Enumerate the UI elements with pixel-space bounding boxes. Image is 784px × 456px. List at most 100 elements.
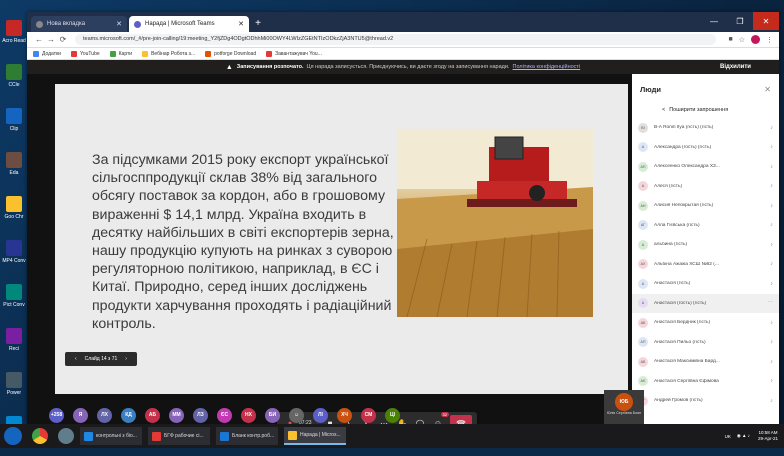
participant-avatar[interactable]: ☺ [289,407,304,423]
desktop-icon[interactable]: Goo Chr [0,192,28,236]
participant-avatar[interactable]: НХ [241,407,256,423]
participant-avatar[interactable]: Я [73,407,88,423]
desktop-icon[interactable]: CCle [0,60,28,104]
desktop-icon[interactable]: Eda [0,148,28,192]
mic-muted-icon[interactable]: ♪ [770,164,773,170]
mic-muted-icon[interactable]: ♪ [770,320,773,326]
browser-icon[interactable] [58,428,74,444]
star-icon[interactable]: ☆ [739,36,745,44]
menu-icon[interactable]: ⋮ [766,36,773,44]
participant-list: BI B-A Ronin Ilya (гість) (гість) ♪ A Алекса… [632,118,779,411]
dismiss-button[interactable]: Відхилити [720,64,751,70]
more-participants-avatar[interactable]: +258 [49,407,64,423]
participant-avatar[interactable]: БИ [265,407,280,423]
minimize-icon[interactable]: — [701,12,727,30]
participant-avatar[interactable]: ЄС [217,407,232,423]
more-options-icon[interactable]: ⋯ [768,300,774,306]
mic-muted-icon[interactable]: ♪ [770,359,773,365]
mic-muted-icon[interactable]: ♪ [770,203,773,209]
taskbar-task[interactable]: контрольні з біо... [80,427,142,445]
language-indicator[interactable]: UK [725,434,731,439]
new-tab-icon[interactable]: + [251,17,265,31]
back-icon[interactable]: ← [33,35,45,44]
participant-row[interactable]: АГАндрей Громов (гість)♪ [632,391,779,411]
profile-avatar[interactable] [751,35,760,44]
url-field[interactable]: teams.microsoft.com/_#/pre-join-calling/… [75,34,717,45]
participant-row[interactable]: АХ Альбіна Ажажа ХСШ №62 (... ♪ [632,255,779,275]
desktop-icon[interactable]: Pict Conv [0,280,28,324]
mic-muted-icon[interactable]: ♪ [770,125,773,131]
start-icon[interactable] [4,427,22,445]
tab-new[interactable]: Нова вкладка ✕ [31,16,127,32]
tab-teams[interactable]: Нарада | Microsoft Teams ✕ [129,16,249,32]
bookmark-item[interactable]: Додатки [33,50,61,57]
participant-row[interactable]: АП Анастасія Пильо (гість) ♪ [632,333,779,353]
participant-row[interactable]: A Анастасія (гість) ♪ [632,274,779,294]
desktop-icon[interactable]: MP4 Conv [0,236,28,280]
address-bar: ← → ⟳ teams.microsoft.com/_#/pre-join-ca… [27,32,779,48]
prev-slide-icon[interactable]: ‹ [75,356,77,362]
desktop-icon[interactable]: Acro Read [0,16,28,60]
participant-row[interactable]: АН Алисия Непокрытая (гість) ♪ [632,196,779,216]
desktop-icon[interactable]: Power [0,368,28,412]
bookmark-item[interactable]: YouTube [70,50,100,57]
recording-banner: ▲ Записування розпочато. Ця нарада запис… [27,60,779,74]
close-tab-icon[interactable]: ✕ [116,20,122,28]
participant-avatar[interactable]: ЦІ [385,407,400,423]
mic-muted-icon[interactable]: ♪ [770,398,773,404]
chrome-icon[interactable] [32,428,48,444]
share-invite-button[interactable]: < Поширити запрошення [632,104,779,116]
next-slide-icon[interactable]: › [125,356,127,362]
self-avatar: ЮБ [615,393,633,411]
mic-muted-icon[interactable]: ♪ [770,378,773,384]
participant-avatars: +258 Я ЛХ КД АБ ММ ЛЗ ЄС НХ БИ ☺ ЛІ ХЧ СМ ЦІ [49,404,609,426]
mic-muted-icon[interactable]: ♪ [770,144,773,150]
forward-icon[interactable]: → [45,35,57,44]
participant-row[interactable]: BI B-A Ronin Ilya (гість) (гість) ♪ [632,118,779,138]
participant-row[interactable]: АЄ Анастасія Сергіївна Єфімова ♪ [632,372,779,392]
participant-row[interactable]: A Анастасія (гость) (гість) ⋯ [632,293,779,313]
mic-muted-icon[interactable]: ♪ [770,281,773,287]
desktop-icon[interactable]: Clip [0,104,28,148]
bookmark-item[interactable]: Карти [109,50,132,57]
participant-row[interactable]: АГ Алла Гієвська (гість) ♪ [632,216,779,236]
reload-icon[interactable]: ⟳ [57,35,69,44]
participant-avatar[interactable]: ХЧ [337,407,352,423]
close-panel-icon[interactable]: ✕ [764,85,771,94]
close-window-icon[interactable]: ✕ [753,12,779,30]
bookmark-item[interactable]: Завантажувач You... [266,50,322,57]
taskbar-task[interactable]: БГФ рабочие сі... [148,427,210,445]
participant-row[interactable]: АБ Анастасія Максимівна Бард... ♪ [632,352,779,372]
participant-name: Алексеенко Олександра ХЗ... [654,164,720,170]
mic-muted-icon[interactable]: ♪ [770,183,773,189]
privacy-link[interactable]: Політика конфіденційності [512,64,580,70]
taskbar-task[interactable]: Нарада | Micros... [284,427,346,445]
participant-name: Андрей Громов (гість) [654,398,703,404]
desktop-icon[interactable]: Reci [0,324,28,368]
close-tab-icon[interactable]: ✕ [238,20,244,28]
participant-row[interactable]: A Александра (гость) (гість) ♪ [632,138,779,158]
mic-muted-icon[interactable]: ♪ [770,242,773,248]
maximize-icon[interactable]: ❐ [727,12,753,30]
participant-row[interactable]: Aальбина (гість) ♪ [632,235,779,255]
participant-row[interactable]: A Алеся (гість) ♪ [632,177,779,197]
taskbar-task[interactable]: Бланк контр.роб... [216,427,278,445]
participant-row[interactable]: АП Алексеенко Олександра ХЗ... ♪ [632,157,779,177]
clock[interactable]: 10:58 AM 29-Apr-21 [758,430,778,442]
mic-muted-icon[interactable]: ♪ [770,339,773,345]
participant-avatar[interactable]: ЛІ [313,407,328,423]
slide-text: За підсумками 2015 року експорт українсь… [92,152,401,332]
participant-avatar[interactable]: АБ [145,407,160,423]
participant-avatar[interactable]: ММ [169,407,184,423]
participant-avatar[interactable]: ЛХ [97,407,112,423]
participant-avatar[interactable]: КД [121,407,136,423]
app-icon [6,372,22,388]
mic-muted-icon[interactable]: ♪ [770,222,773,228]
bookmark-item[interactable]: potforge Download [205,50,256,57]
participant-avatar[interactable]: ЛЗ [193,407,208,423]
bookmark-item[interactable]: Вебінар Робота з... [142,50,195,57]
participant-avatar[interactable]: СМ [361,407,376,423]
participant-row[interactable]: АБ Анастасія Бердник (гість) ♪ [632,313,779,333]
mic-muted-icon[interactable]: ♪ [770,261,773,267]
camera-icon[interactable]: ■ [728,36,732,43]
